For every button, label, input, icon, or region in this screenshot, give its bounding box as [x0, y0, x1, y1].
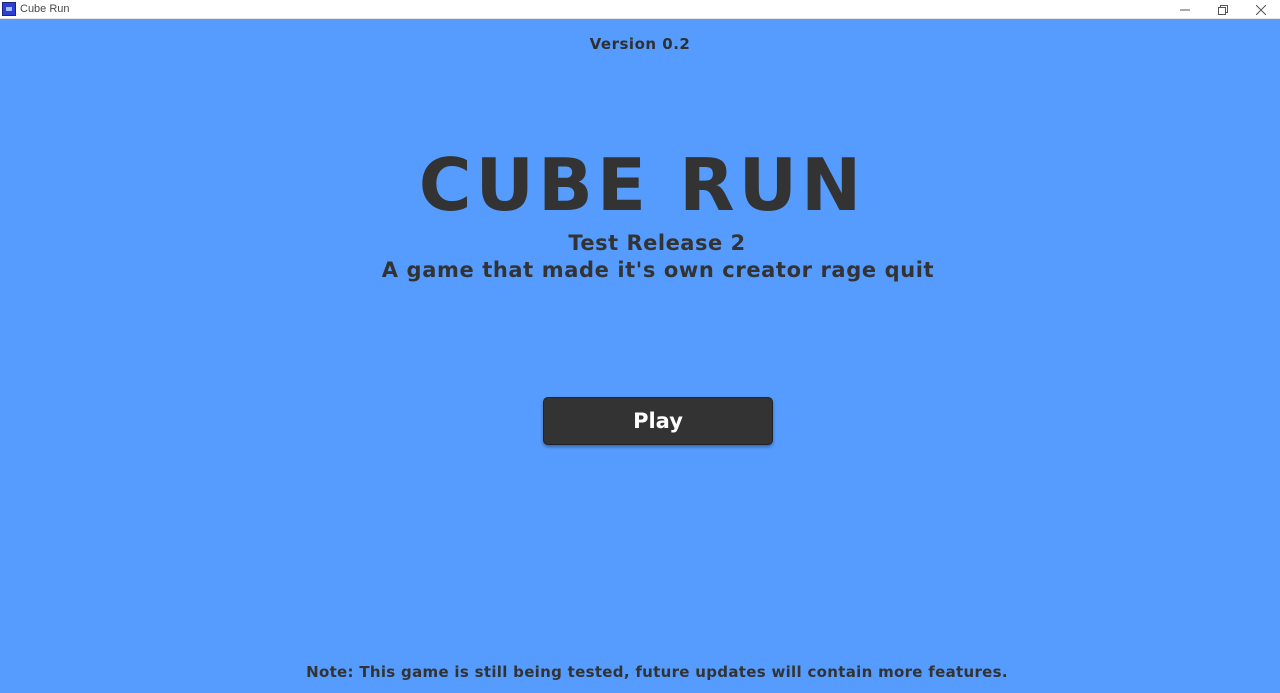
restore-icon	[1218, 4, 1228, 15]
restore-button[interactable]	[1204, 0, 1242, 19]
game-tagline: A game that made it's own creator rage q…	[381, 258, 935, 282]
window-titlebar: Cube Run	[0, 0, 1280, 19]
play-button-label: Play	[633, 409, 683, 433]
release-subtitle: Test Release 2	[568, 231, 746, 255]
window-title: Cube Run	[20, 3, 70, 15]
game-title: CUBE RUN	[418, 143, 866, 227]
testing-note: Note: This game is still being tested, f…	[306, 663, 1008, 681]
minimize-icon	[1180, 9, 1190, 10]
version-label: Version 0.2	[589, 35, 691, 53]
close-button[interactable]	[1242, 0, 1280, 19]
play-button[interactable]: Play	[543, 397, 773, 445]
minimize-button[interactable]	[1166, 0, 1204, 19]
app-icon	[2, 2, 16, 16]
game-canvas: Version 0.2 CUBE RUN Test Release 2 A ga…	[0, 19, 1280, 693]
close-icon	[1256, 4, 1266, 15]
window-controls	[1166, 0, 1280, 19]
